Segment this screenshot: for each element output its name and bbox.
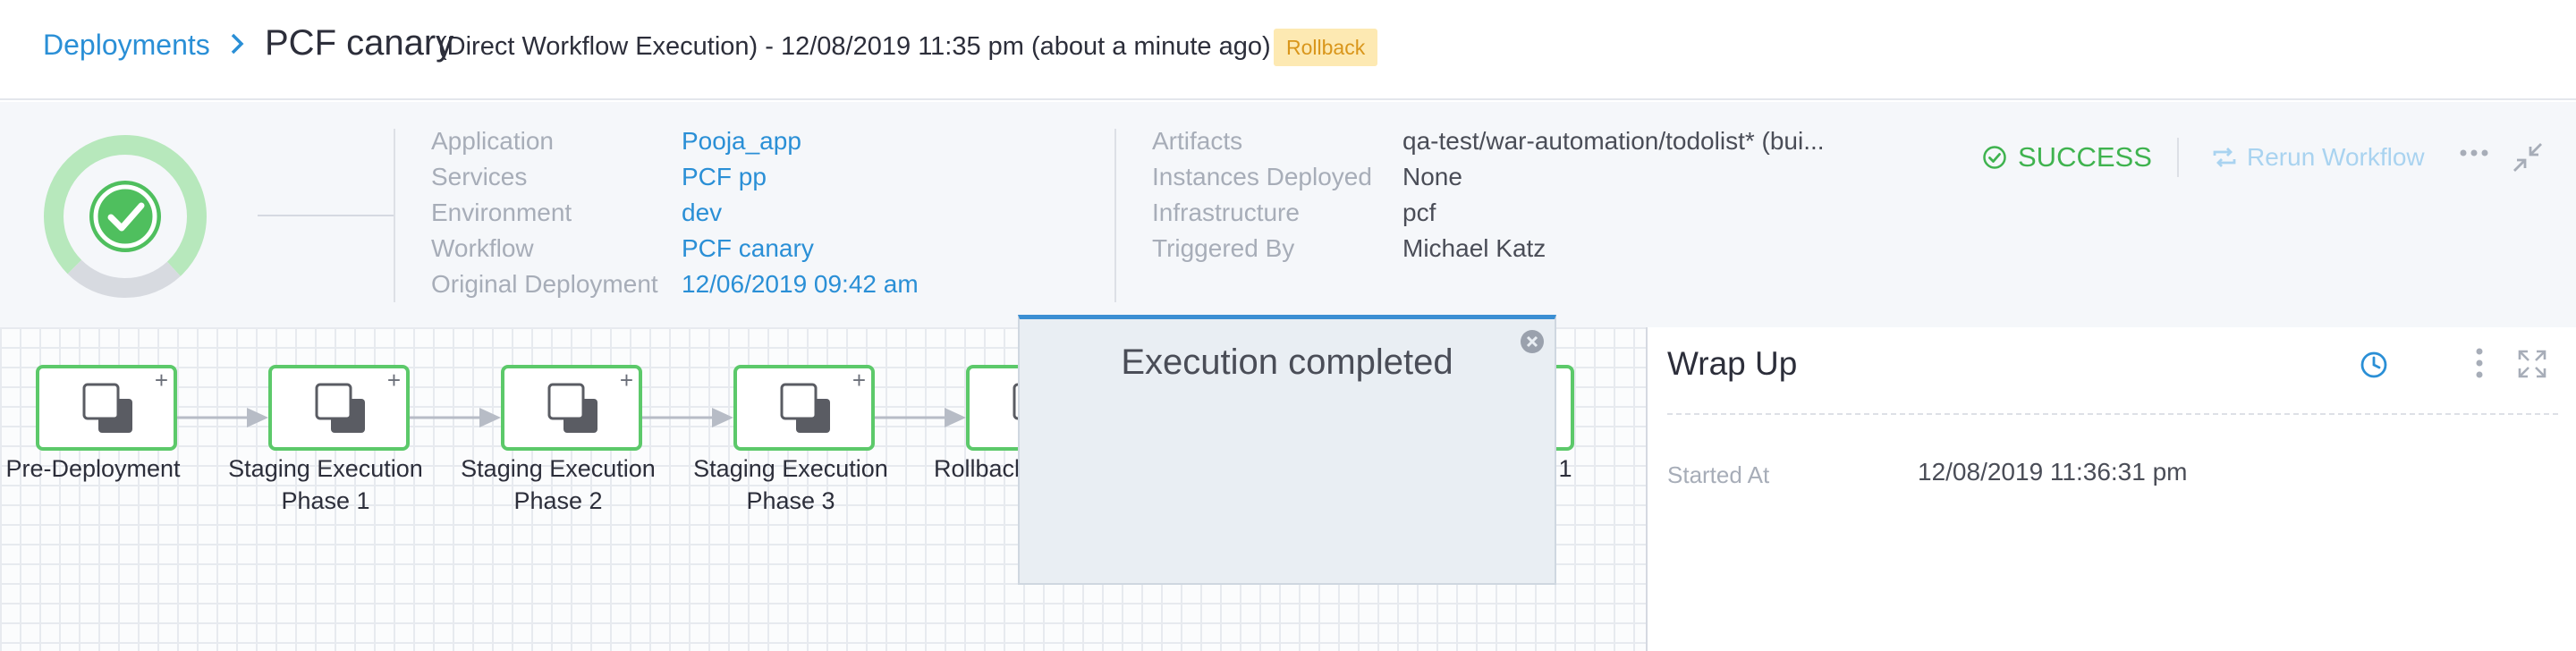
summary-key: Environment xyxy=(431,199,572,226)
execution-status: SUCCESS xyxy=(1982,140,2152,175)
summary-key: Infrastructure xyxy=(1152,199,1300,226)
pipeline-node-pre-deployment[interactable]: + xyxy=(36,365,177,451)
summary-key: Services xyxy=(431,163,528,190)
details-panel: Wrap Up Started At 12/08/2019 11:36:31 p… xyxy=(1646,327,2576,651)
summary-key: Triggered By xyxy=(1152,234,1295,262)
instances-value: None xyxy=(1402,163,1462,190)
collapse-icon[interactable] xyxy=(2512,141,2544,173)
success-gauge-icon xyxy=(44,135,208,298)
phase-icon xyxy=(780,383,830,433)
pipeline-node-label: Staging Execution Phase 2 xyxy=(461,455,656,514)
connector-arrow xyxy=(875,408,966,427)
divider xyxy=(1114,129,1116,302)
add-step-icon[interactable]: + xyxy=(387,367,401,394)
deployment-page: Deployments PCF canary (Direct Workflow … xyxy=(0,0,2576,651)
check-circle-icon xyxy=(1983,146,2006,169)
page-subtitle: (Direct Workflow Execution) - 12/08/2019… xyxy=(438,32,1271,61)
pipeline-node-label: Staging Execution Phase 1 xyxy=(228,455,423,514)
pipeline-node-staging-phase-1[interactable]: + xyxy=(268,365,410,451)
execution-completed-popup: Execution completed xyxy=(1018,315,1556,585)
pipeline-node-label: Staging Execution Phase 3 xyxy=(693,455,888,514)
add-step-icon[interactable]: + xyxy=(620,367,633,394)
connector-arrow xyxy=(177,408,268,427)
summary-key: Workflow xyxy=(431,234,534,262)
chevron-right-icon xyxy=(231,33,244,55)
summary-key: Original Deployment xyxy=(431,270,658,298)
summary-key: Artifacts xyxy=(1152,127,1243,155)
original-deployment-link[interactable]: 12/06/2019 09:42 am xyxy=(682,266,919,302)
add-step-icon[interactable]: + xyxy=(155,367,168,394)
expand-icon[interactable] xyxy=(2517,349,2547,379)
summary-key: Application xyxy=(431,127,554,155)
phase-icon xyxy=(547,383,597,433)
connector-arrow xyxy=(410,408,501,427)
artifacts-value: qa-test/war-automation/todolist* (bui... xyxy=(1402,127,1825,155)
divider xyxy=(394,129,395,302)
pipeline-node-label: Pre-Deployment xyxy=(5,455,181,482)
rollback-badge: Rollback xyxy=(1274,29,1378,66)
clock-icon[interactable] xyxy=(2360,351,2388,379)
rerun-workflow-button[interactable]: Rerun Workflow xyxy=(2211,140,2425,175)
summary-key: Instances Deployed xyxy=(1152,163,1372,190)
services-link[interactable]: PCF pp xyxy=(682,159,767,195)
status-text: SUCCESS xyxy=(2018,141,2152,173)
triggered-by-value: Michael Katz xyxy=(1402,234,1546,262)
connector-arrow xyxy=(642,408,733,427)
phase-icon xyxy=(82,383,132,433)
breadcrumb-deployments-link[interactable]: Deployments xyxy=(43,29,210,62)
page-title: PCF canary xyxy=(265,23,454,63)
close-icon[interactable] xyxy=(1519,328,1546,355)
gauge-connector-line xyxy=(258,215,395,216)
execution-summary: Application Pooja_app Services PCF pp En… xyxy=(0,102,2576,327)
pipeline-node-staging-phase-3[interactable]: + xyxy=(733,365,875,451)
popup-title: Execution completed xyxy=(1121,342,1453,382)
environment-link[interactable]: dev xyxy=(682,195,722,231)
started-at-value: 12/08/2019 11:36:31 pm xyxy=(1918,458,2188,486)
repeat-icon xyxy=(2213,148,2236,167)
infrastructure-value: pcf xyxy=(1402,199,1436,226)
pipeline-node-staging-phase-2[interactable]: + xyxy=(501,365,642,451)
add-step-icon[interactable]: + xyxy=(852,367,866,394)
details-title: Wrap Up xyxy=(1667,345,1798,382)
kebab-menu-icon[interactable] xyxy=(2474,347,2485,379)
more-options-icon[interactable] xyxy=(2458,147,2490,159)
divider xyxy=(1667,413,2558,415)
application-link[interactable]: Pooja_app xyxy=(682,123,801,159)
phase-icon xyxy=(315,383,365,433)
divider xyxy=(2177,138,2179,177)
workflow-link[interactable]: PCF canary xyxy=(682,231,814,266)
started-at-label: Started At xyxy=(1667,461,1770,488)
rerun-workflow-label: Rerun Workflow xyxy=(2247,143,2425,171)
top-bar: Deployments PCF canary (Direct Workflow … xyxy=(0,0,2576,100)
